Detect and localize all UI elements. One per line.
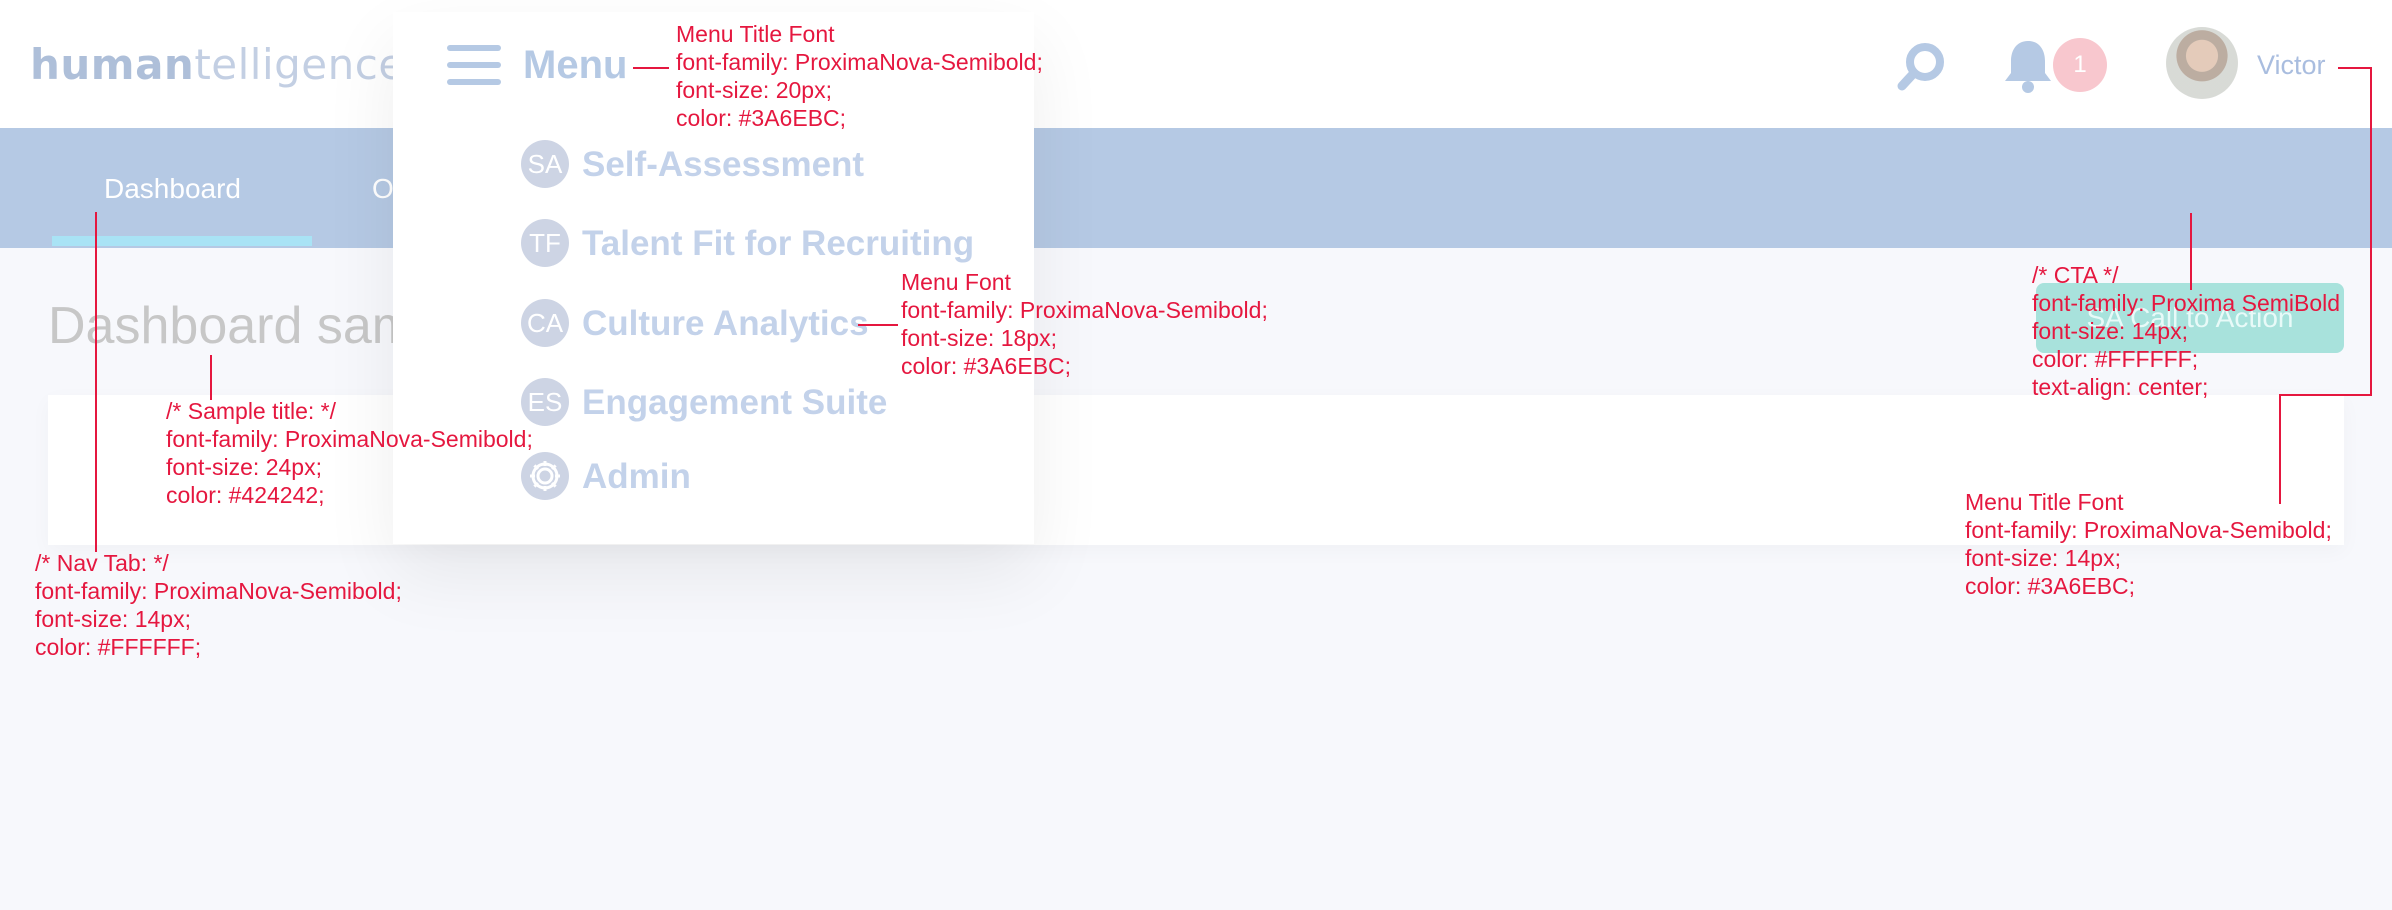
page-title: Dashboard sam: [48, 297, 416, 355]
menu-item-initials: CA: [521, 299, 569, 347]
logo[interactable]: humantelligence: [30, 40, 405, 90]
menu-item-label: Culture Analytics: [582, 304, 869, 343]
annotation-line: [95, 212, 97, 552]
menu-item-label: Admin: [582, 457, 691, 496]
top-bar: humantelligence 1 Victor: [0, 0, 2392, 128]
annotation-line: [2370, 67, 2372, 396]
annotation-line: [210, 355, 212, 400]
menu-item-initials: SA: [521, 140, 569, 188]
annotation-sample-title: /* Sample title: */ font-family: Proxima…: [166, 398, 533, 508]
annotation-line: [858, 324, 898, 326]
annotation-menu-font: Menu Font font-family: ProximaNova-Semib…: [901, 269, 1268, 379]
annotation-line: [633, 67, 669, 69]
bell-icon[interactable]: [2003, 37, 2053, 95]
menu-item-initials: TF: [521, 219, 569, 267]
avatar[interactable]: [2166, 27, 2238, 99]
logo-part-2: telligence: [194, 40, 405, 89]
nav-bar: Dashboard O SA Call to Action: [0, 128, 2392, 353]
annotation-menu-title-font-right: Menu Title Font font-family: ProximaNova…: [1965, 489, 2332, 599]
active-tab-indicator: [52, 236, 312, 246]
annotation-line: [2338, 67, 2372, 69]
search-icon[interactable]: [1895, 38, 1949, 92]
annotation-nav-tab: /* Nav Tab: */ font-family: ProximaNova-…: [35, 550, 402, 660]
tab-dashboard[interactable]: Dashboard: [104, 173, 241, 205]
tab-partial[interactable]: O: [372, 173, 394, 205]
menu-title[interactable]: Menu: [523, 43, 627, 88]
annotation-cta: /* CTA */ font-family: Proxima SemiBold …: [2032, 262, 2341, 400]
menu-item-label: Self-Assessment: [582, 145, 865, 184]
user-name[interactable]: Victor: [2257, 50, 2326, 81]
hamburger-icon[interactable]: [447, 45, 501, 85]
logo-part-1: human: [30, 40, 195, 89]
menu-item-label: Engagement Suite: [582, 383, 888, 422]
menu-item-label: Talent Fit for Recruiting: [582, 224, 975, 263]
annotation-menu-title-font: Menu Title Font font-family: ProximaNova…: [676, 21, 1043, 131]
notification-badge[interactable]: 1: [2053, 38, 2107, 92]
